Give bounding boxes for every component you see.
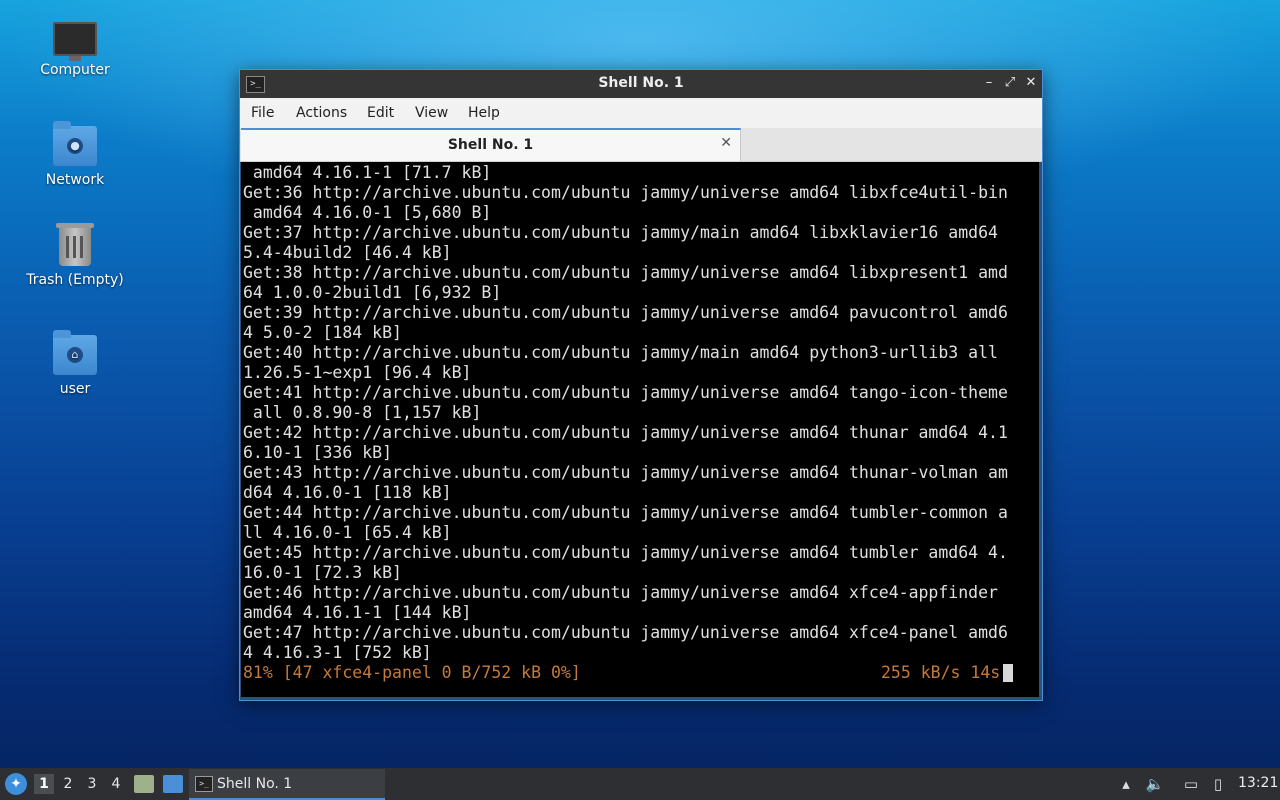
terminal-cursor [1003,664,1013,682]
terminal-line: Get:42 http://archive.ubuntu.com/ubuntu … [243,423,1008,442]
tab-close-icon[interactable]: ✕ [720,135,732,151]
terminal-line: amd64 4.16.0-1 [5,680 B] [243,203,492,222]
workspace-3[interactable]: 3 [82,774,102,794]
terminal-lines: amd64 4.16.1-1 [71.7 kB] Get:36 http://ar… [243,163,1008,663]
terminal-line: Get:40 http://archive.ubuntu.com/ubuntu … [243,343,998,362]
network-icon[interactable]: ▭ [1181,774,1201,794]
notes-icon[interactable]: ▯ [1208,774,1228,794]
file-manager-icon[interactable] [134,775,154,793]
workspace-2[interactable]: 2 [58,774,78,794]
terminal-line: Get:39 http://archive.ubuntu.com/ubuntu … [243,303,1008,322]
tab-bar: Shell No. 1 ✕ [240,128,1042,162]
desktop-icon-trash[interactable]: Trash (Empty) [20,223,130,288]
terminal-line: Get:47 http://archive.ubuntu.com/ubuntu … [243,623,1008,642]
terminal-line: amd64 4.16.1-1 [144 kB] [243,603,472,622]
home-folder-icon: ⌂ [53,330,97,375]
task-label: Shell No. 1 [217,776,293,792]
terminal-line: 1.26.5-1~exp1 [96.4 kB] [243,363,472,382]
terminal-line: 4 4.16.3-1 [752 kB] [243,643,432,662]
trash-icon [56,223,94,266]
network-folder-icon: ● [53,121,97,166]
menu-file[interactable]: File [251,105,274,121]
desktop-icon-computer[interactable]: Computer [20,18,130,78]
desktop-icon-label: user [59,381,91,397]
window-title: Shell No. 1 [598,75,684,91]
close-button[interactable]: ✕ [1022,74,1040,92]
tab-label: Shell No. 1 [447,137,534,153]
desktop-icon-label: Trash (Empty) [26,272,124,288]
terminal-line: amd64 4.16.1-1 [71.7 kB] [243,163,492,182]
terminal-line: Get:46 http://archive.ubuntu.com/ubuntu … [243,583,998,602]
volume-icon[interactable]: 🔈 [1145,774,1165,794]
terminal-line: 16.0-1 [72.3 kB] [243,563,402,582]
terminal-window: >_ Shell No. 1 – ⤢ ✕ File Actions Edit V… [239,69,1043,701]
terminal-line: 4 5.0-2 [184 kB] [243,323,402,342]
terminal-line: ll 4.16.0-1 [65.4 kB] [243,523,452,542]
taskbar: ✦ 1 2 3 4 >_ Shell No. 1 ▴ 🔈 ▭ ▯ 13:21 [0,768,1280,800]
terminal-line: all 0.8.90-8 [1,157 kB] [243,403,482,422]
terminal-line: 64 1.0.0-2build1 [6,932 B] [243,283,502,302]
terminal-line: Get:38 http://archive.ubuntu.com/ubuntu … [243,263,1008,282]
computer-icon [53,22,97,61]
show-desktop-icon[interactable] [163,775,183,793]
terminal-output[interactable]: amd64 4.16.1-1 [71.7 kB] Get:36 http://ar… [241,162,1039,697]
terminal-line: Get:36 http://archive.ubuntu.com/ubuntu … [243,183,1008,202]
terminal-line: Get:44 http://archive.ubuntu.com/ubuntu … [243,503,1008,522]
desktop-icon-label: Network [45,172,105,188]
terminal-line: Get:45 http://archive.ubuntu.com/ubuntu … [243,543,1008,562]
maximize-button[interactable]: ⤢ [1001,74,1019,92]
updates-icon[interactable]: ▴ [1116,774,1136,794]
terminal-icon: >_ [195,776,213,792]
terminal-line: Get:41 http://archive.ubuntu.com/ubuntu … [243,383,1008,402]
tab-shell-1[interactable]: Shell No. 1 ✕ [241,128,741,161]
terminal-line: Get:37 http://archive.ubuntu.com/ubuntu … [243,223,998,242]
desktop-icon-user[interactable]: ⌂ user [20,330,130,397]
clock[interactable]: 13:21 [1238,775,1278,791]
desktop-icon-label: Computer [40,62,110,78]
terminal-line: d64 4.16.0-1 [118 kB] [243,483,452,502]
workspace-1[interactable]: 1 [34,774,54,794]
menu-help[interactable]: Help [468,105,500,121]
terminal-line: 6.10-1 [336 kB] [243,443,393,462]
menu-actions[interactable]: Actions [296,105,347,121]
terminal-line: 5.4-4build2 [46.4 kB] [243,243,452,262]
menu-bar: File Actions Edit View Help [240,98,1042,128]
desktop-icon-network[interactable]: ● Network [20,121,130,188]
menu-edit[interactable]: Edit [367,105,394,121]
minimize-button[interactable]: – [980,74,998,92]
download-speed: 255 kB/s 14s [881,663,1001,682]
app-menu-icon[interactable]: ✦ [5,773,27,795]
workspace-4[interactable]: 4 [106,774,126,794]
menu-view[interactable]: View [415,105,448,121]
window-titlebar[interactable]: >_ Shell No. 1 – ⤢ ✕ [240,70,1042,98]
taskbar-task-shell[interactable]: >_ Shell No. 1 [189,769,385,800]
terminal-line: Get:43 http://archive.ubuntu.com/ubuntu … [243,463,1008,482]
progress-status: 81% [47 xfce4-panel 0 B/752 kB 0%] [243,663,581,682]
